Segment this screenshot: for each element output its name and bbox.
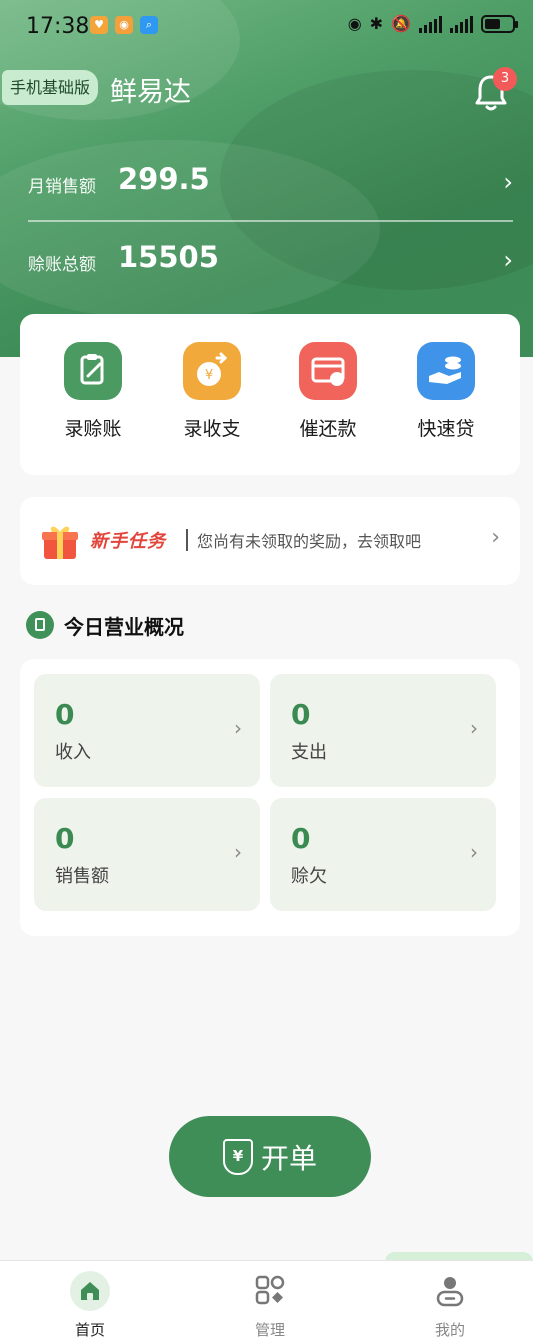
quick-action-label: 录赊账 xyxy=(64,418,122,440)
tab-manage[interactable]: 管理 xyxy=(220,1271,320,1338)
signal-icon xyxy=(450,15,473,33)
record-credit-button[interactable]: 录赊账 xyxy=(38,342,148,441)
sales-tile[interactable]: 0 销售额 › xyxy=(34,798,260,911)
mute-icon: 🔕 xyxy=(391,14,411,33)
notification-badge: 3 xyxy=(493,67,517,91)
tile-label: 销售额 xyxy=(55,866,109,887)
repayment-reminder-button[interactable]: 催还款 xyxy=(273,342,383,441)
expense-tile[interactable]: 0 支出 › xyxy=(270,674,496,787)
stat-label: 月销售额 xyxy=(28,177,96,197)
chevron-right-icon: › xyxy=(470,840,478,864)
grid-icon xyxy=(250,1271,290,1311)
chevron-right-icon: › xyxy=(470,716,478,740)
income-tile[interactable]: 0 收入 › xyxy=(34,674,260,787)
chevron-right-icon: › xyxy=(234,840,242,864)
app-notification-icon: ♥ xyxy=(90,16,108,34)
tab-label: 我的 xyxy=(434,1321,465,1338)
user-icon xyxy=(430,1271,470,1311)
signal-icon xyxy=(419,15,442,33)
chevron-right-icon: › xyxy=(491,525,500,550)
clipboard-edit-icon xyxy=(64,342,122,400)
search-app-icon: ⌕ xyxy=(140,16,158,34)
hand-coins-icon xyxy=(417,342,475,400)
task-description: 您尚有未领取的奖励，去领取吧 xyxy=(197,532,422,551)
app-notification-icon: ◉ xyxy=(115,16,133,34)
task-title: 新手任务 xyxy=(90,531,166,552)
chevron-right-icon: › xyxy=(234,716,242,740)
credit-owed-tile[interactable]: 0 赊欠 › xyxy=(270,798,496,911)
chevron-right-icon: › xyxy=(503,246,513,274)
quick-action-label: 录收支 xyxy=(183,418,241,440)
newbie-task-banner[interactable]: 新手任务 您尚有未领取的奖励，去领取吧 › xyxy=(20,497,520,585)
svg-text:¥: ¥ xyxy=(205,368,213,383)
report-icon xyxy=(26,611,54,639)
coin-exchange-icon: ¥ xyxy=(183,342,241,400)
tile-value: 0 xyxy=(55,698,75,731)
monthly-sales-row[interactable]: 月销售额 299.5 › xyxy=(28,162,513,202)
quick-action-label: 快速贷 xyxy=(417,418,475,440)
tile-value: 0 xyxy=(291,698,311,731)
home-icon xyxy=(70,1271,110,1311)
tile-label: 收入 xyxy=(55,742,91,763)
total-credit-row[interactable]: 赊账总额 15505 › xyxy=(28,240,513,280)
tab-profile[interactable]: 我的 xyxy=(400,1271,500,1338)
eye-comfort-icon: ◉ xyxy=(347,14,362,33)
section-title: 今日营业概况 xyxy=(64,615,184,639)
tab-label: 管理 xyxy=(254,1321,285,1338)
shop-name: 鲜易达 xyxy=(110,77,191,108)
tab-label: 首页 xyxy=(74,1321,105,1338)
stat-value: 15505 xyxy=(118,240,219,274)
plan-badge[interactable]: 手机基础版 xyxy=(2,70,99,105)
tile-label: 赊欠 xyxy=(291,866,327,887)
tile-value: 0 xyxy=(291,822,311,855)
quick-loan-button[interactable]: 快速贷 xyxy=(391,342,501,441)
status-time: 17:38 xyxy=(26,14,90,39)
bottom-tab-bar: 首页 管理 我的 xyxy=(0,1260,533,1338)
divider xyxy=(28,220,513,222)
status-bar: 17:38 ♥ ◉ ⌕ ◉ ✱ 🔕 xyxy=(0,0,533,56)
tile-value: 0 xyxy=(55,822,75,855)
business-overview-card: 0 收入 › 0 支出 › 0 销售额 › 0 赊欠 › xyxy=(20,659,520,936)
tab-home[interactable]: 首页 xyxy=(40,1271,140,1338)
chevron-right-icon: › xyxy=(503,168,513,196)
receipt-yuan-icon: ¥ xyxy=(222,1138,253,1175)
create-order-button[interactable]: ¥ 开单 xyxy=(169,1116,371,1197)
stat-value: 299.5 xyxy=(118,162,210,196)
battery-icon xyxy=(481,14,518,33)
card-reminder-icon xyxy=(299,342,357,400)
tile-label: 支出 xyxy=(291,742,327,763)
stat-label: 赊账总额 xyxy=(28,255,96,275)
gift-icon xyxy=(42,526,78,559)
order-button-label: 开单 xyxy=(260,1141,317,1175)
quick-actions-card: 录赊账 ¥ 录收支 催还款 快速贷 xyxy=(20,314,520,475)
bluetooth-icon: ✱ xyxy=(369,14,384,33)
quick-action-label: 催还款 xyxy=(299,418,357,440)
divider xyxy=(186,529,188,551)
record-income-expense-button[interactable]: ¥ 录收支 xyxy=(157,342,267,441)
